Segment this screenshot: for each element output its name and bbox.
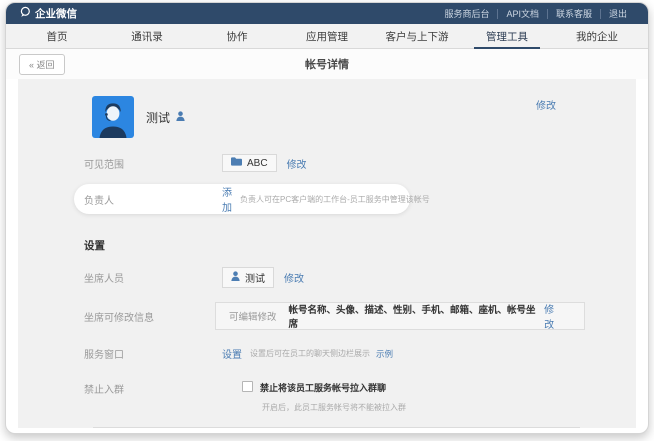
no-group-checkbox[interactable] xyxy=(242,381,253,392)
visible-range-tag: ABC xyxy=(222,154,277,172)
owner-row-spotlight: 负责人 添加 负责人可在PC客户端的工作台-员工服务中管理该帐号 xyxy=(74,184,410,214)
nav-tab-management-tools[interactable]: 管理工具 xyxy=(462,24,552,48)
editable-info-modify-link[interactable]: 修改 xyxy=(544,301,564,331)
account-detail-panel: 测试 修改 可见范围 ABC 修改 xyxy=(18,79,636,428)
account-name-text: 测试 xyxy=(146,109,170,126)
person-icon xyxy=(231,271,240,284)
service-window-row: 服务窗口 设置 设置后可在员工的聊天侧边栏展示 示例 xyxy=(84,346,636,361)
account-name: 测试 xyxy=(146,109,185,126)
no-group-label: 禁止入群 xyxy=(84,381,222,396)
nav-tab-my-company[interactable]: 我的企业 xyxy=(552,24,642,48)
profile-modify-link[interactable]: 修改 xyxy=(536,97,556,112)
no-group-hint: 开启后，此员工服务帐号将不能被拉入群 xyxy=(262,402,636,413)
owner-add-link[interactable]: 添加 xyxy=(222,184,232,214)
settings-section-title: 设置 xyxy=(84,238,636,253)
visible-range-label: 可见范围 xyxy=(84,156,222,171)
agent-tag-text: 测试 xyxy=(245,270,265,285)
agent-tag: 测试 xyxy=(222,267,274,288)
topbar-link-provider-console[interactable]: 服务商后台 xyxy=(436,9,497,19)
editable-info-fields: 帐号名称、头像、描述、性别、手机、邮箱、座机、帐号坐席 xyxy=(289,302,545,330)
agent-label: 坐席人员 xyxy=(84,270,222,285)
service-window-label: 服务窗口 xyxy=(84,346,222,361)
service-window-set-link[interactable]: 设置 xyxy=(222,346,242,361)
folder-icon xyxy=(231,157,242,169)
account-avatar xyxy=(92,96,134,138)
editable-info-label: 坐席可修改信息 xyxy=(84,309,222,324)
editable-info-row: 坐席可修改信息 可编辑修改 帐号名称、头像、描述、性别、手机、邮箱、座机、帐号坐… xyxy=(84,302,636,330)
visible-range-row: 可见范围 ABC 修改 xyxy=(84,154,636,172)
profile-row: 测试 修改 xyxy=(84,96,636,138)
agent-modify-link[interactable]: 修改 xyxy=(284,270,304,285)
agent-row: 坐席人员 测试 修改 xyxy=(84,267,636,288)
nav-tab-customers[interactable]: 客户与上下游 xyxy=(372,24,462,48)
bottom-divider xyxy=(93,427,580,428)
main-nav: 首页 通讯录 协作 应用管理 客户与上下游 管理工具 我的企业 xyxy=(6,24,648,49)
content-header: « 返回 帐号详情 xyxy=(6,49,648,79)
app-logo-text: 企业微信 xyxy=(35,6,77,21)
no-group-checkbox-label: 禁止将该员工服务帐号拉入群聊 xyxy=(260,381,386,394)
nav-tab-home[interactable]: 首页 xyxy=(12,24,102,48)
topbar-link-contact-support[interactable]: 联系客服 xyxy=(547,9,600,19)
topbar: 企业微信 服务商后台 API文档 联系客服 退出 xyxy=(6,3,648,24)
nav-tab-app-management[interactable]: 应用管理 xyxy=(282,24,372,48)
nav-tab-contacts[interactable]: 通讯录 xyxy=(102,24,192,48)
chat-bubble-icon xyxy=(19,6,31,21)
no-group-row: 禁止入群 禁止将该员工服务帐号拉入群聊 xyxy=(84,381,636,396)
app-window: 企业微信 服务商后台 API文档 联系客服 退出 首页 通讯录 协作 应用管理 … xyxy=(5,2,649,434)
service-window-example-link[interactable]: 示例 xyxy=(376,348,393,360)
nav-tab-collaboration[interactable]: 协作 xyxy=(192,24,282,48)
editable-info-prefix: 可编辑修改 xyxy=(229,309,277,323)
visible-range-modify-link[interactable]: 修改 xyxy=(287,156,307,171)
service-window-hint: 设置后可在员工的聊天侧边栏展示 xyxy=(250,348,370,359)
editable-info-box: 可编辑修改 帐号名称、头像、描述、性别、手机、邮箱、座机、帐号坐席 修改 xyxy=(215,302,585,330)
visible-range-tag-text: ABC xyxy=(247,158,268,169)
page-title: 帐号详情 xyxy=(6,56,648,72)
app-logo[interactable]: 企业微信 xyxy=(19,6,77,21)
topbar-link-logout[interactable]: 退出 xyxy=(600,9,635,19)
topbar-link-api-docs[interactable]: API文档 xyxy=(497,9,547,19)
topbar-links: 服务商后台 API文档 联系客服 退出 xyxy=(436,9,635,19)
owner-hint: 负责人可在PC客户端的工作台-员工服务中管理该帐号 xyxy=(240,194,430,205)
owner-label: 负责人 xyxy=(84,192,222,207)
back-button[interactable]: « 返回 xyxy=(19,54,65,75)
member-badge-icon xyxy=(176,110,185,124)
